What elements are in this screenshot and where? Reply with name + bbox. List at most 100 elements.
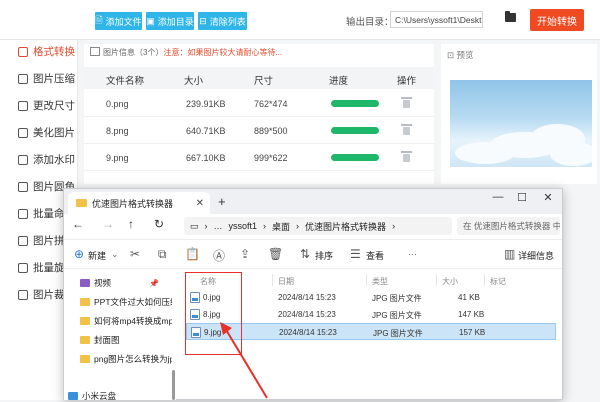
file-date: 2024/8/14 15:23 — [279, 328, 337, 337]
details-icon[interactable]: ▥ — [504, 247, 515, 261]
add-folder-button[interactable]: ▣ 添加目录 — [146, 12, 194, 30]
sidebar-item-label: 添加水印 — [33, 154, 75, 166]
file-size: 157 KB — [459, 328, 486, 337]
chevron-right-icon: › — [204, 221, 208, 231]
folder-icon — [76, 199, 87, 207]
file-size: 41 KB — [458, 293, 480, 302]
table-row[interactable]: 8.png 640.71KB 889*500 — [84, 117, 434, 144]
delete-icon[interactable] — [401, 97, 412, 108]
nav-item[interactable]: PPT文件过大如何压缩处 — [80, 296, 172, 308]
more-icon[interactable]: ··· — [408, 249, 417, 259]
close-tab-icon[interactable]: ✕ — [196, 198, 204, 209]
view-button[interactable]: 查看 — [366, 249, 384, 262]
column-separator — [272, 274, 273, 286]
cell-size: 640.71KB — [186, 126, 226, 136]
folder-icon — [80, 336, 90, 344]
paste-icon[interactable]: 📋 — [185, 247, 200, 261]
file-type: JPG 图片文件 — [373, 329, 423, 338]
rename-icon[interactable]: Ⓐ — [213, 247, 225, 264]
file-date: 2024/8/14 15:23 — [278, 310, 336, 319]
cell-dims: 889*500 — [254, 126, 288, 136]
breadcrumb-current[interactable]: 优速图片格式转换器 — [305, 220, 386, 233]
sort-icon[interactable]: ⇅ — [300, 247, 310, 261]
address-bar[interactable]: ▭ › … yssoft1 › 桌面 › 优速图片格式转换器 › — [184, 217, 452, 235]
nav-item[interactable]: png图片怎么转换为jpg — [80, 353, 172, 365]
folder-icon — [80, 355, 90, 363]
up-icon[interactable]: ↑ — [128, 217, 134, 231]
sidebar-item[interactable]: 格式转换 — [0, 38, 78, 65]
add-file-button[interactable]: 🗎 添加文件 — [95, 12, 142, 30]
col-header-size[interactable]: 大小 — [442, 276, 458, 287]
chevron-right-icon: › — [392, 221, 396, 231]
cell-dims: 762*474 — [254, 99, 288, 109]
preview-label: ⊡ 预览 — [447, 50, 474, 60]
column-separator — [436, 274, 437, 286]
new-tab-icon[interactable]: + — [218, 194, 226, 209]
output-dir-label: 输出目录： — [346, 17, 394, 28]
column-separator — [484, 274, 485, 286]
delete-icon[interactable] — [401, 124, 412, 135]
col-dims: 尺寸 — [254, 76, 274, 87]
close-window-icon[interactable]: ✕ — [538, 191, 558, 204]
start-convert-button[interactable]: 开始转换 — [530, 9, 584, 31]
cut-icon[interactable]: ✂ — [130, 247, 140, 261]
monitor-icon: ▭ — [190, 220, 199, 231]
progress-bar — [331, 127, 379, 134]
share-icon[interactable]: ⇪ — [240, 247, 250, 261]
cloud-icon — [68, 392, 78, 400]
new-icon[interactable]: ⊕ — [74, 247, 84, 261]
add-folder-icon: ▣ — [146, 15, 155, 26]
view-icon[interactable]: ☰ — [350, 247, 361, 261]
table-row[interactable]: 0.png 239.91KB 762*474 — [84, 90, 434, 117]
nav-item-label: 视频 — [94, 278, 112, 288]
nav-item[interactable]: 如何将mp4转换成mp3 — [80, 315, 172, 327]
nav-item[interactable]: 视频 📌 — [80, 277, 172, 289]
forward-icon[interactable]: → — [102, 217, 114, 231]
sidebar-item[interactable]: 美化图片 — [0, 119, 78, 146]
breadcrumb-yssoft1[interactable]: yssoft1 — [229, 221, 258, 231]
refresh-icon[interactable]: ↻ — [154, 217, 164, 231]
delete-icon[interactable] — [401, 151, 412, 162]
nav-item[interactable]: 小米云盘 — [68, 390, 160, 402]
col-header-type[interactable]: 类型 — [372, 276, 388, 287]
details-button[interactable]: 详细信息 — [518, 249, 554, 262]
folder-icon — [80, 298, 90, 306]
new-button[interactable]: 新建 — [88, 249, 106, 262]
nav-item-label: 如何将mp4转换成mp3 — [94, 316, 172, 326]
delete-icon[interactable]: 🗑 — [268, 247, 283, 261]
image-info-icon — [90, 47, 100, 56]
copy-icon[interactable]: ⧉ — [158, 247, 167, 262]
folder-icon[interactable] — [505, 11, 516, 22]
folder-icon — [80, 279, 90, 287]
sort-button[interactable]: 排序 — [315, 249, 333, 262]
explorer-tab[interactable]: 优速图片格式转换器 ✕ — [68, 192, 210, 214]
nav-scrollbar[interactable] — [172, 370, 175, 400]
cell-size: 239.91KB — [186, 99, 226, 109]
minimize-icon[interactable]: — — [488, 191, 508, 203]
breadcrumb-desktop[interactable]: 桌面 — [272, 220, 290, 233]
col-header-date[interactable]: 日期 — [278, 276, 294, 287]
cell-name: 9.png — [106, 153, 129, 163]
sidebar-item-label: 图片压缩 — [33, 73, 75, 85]
sidebar-item-label: 图片拼 — [33, 235, 65, 247]
table-row[interactable]: 9.png 667.10KB 999*622 — [84, 144, 434, 171]
menu-icon — [18, 127, 28, 138]
preview-image — [450, 80, 592, 167]
cell-dims: 999*622 — [254, 153, 288, 163]
file-table-header: 文件名称 大小 尺寸 进度 操作 — [84, 67, 434, 89]
nav-item[interactable]: 封面图 — [80, 334, 172, 346]
output-dir-field[interactable]: C:\Users\yssoft1\Deskt — [390, 11, 483, 28]
search-input[interactable]: 在 优速图片格式转换器 中搜 — [457, 217, 560, 235]
sidebar-item[interactable]: 添加水印 — [0, 146, 78, 173]
clear-list-button[interactable]: ⊟ 清除列表 — [198, 12, 247, 30]
menu-icon — [18, 100, 28, 111]
folder-icon — [80, 317, 90, 325]
file-size: 147 KB — [458, 310, 485, 319]
sidebar-item[interactable]: 更改尺寸 — [0, 92, 78, 119]
menu-icon — [18, 154, 28, 165]
back-icon[interactable]: ← — [72, 217, 84, 231]
progress-bar — [331, 100, 379, 107]
col-header-tags[interactable]: 标记 — [490, 276, 506, 287]
maximize-icon[interactable]: ☐ — [512, 191, 532, 204]
sidebar-item[interactable]: 图片压缩 — [0, 65, 78, 92]
